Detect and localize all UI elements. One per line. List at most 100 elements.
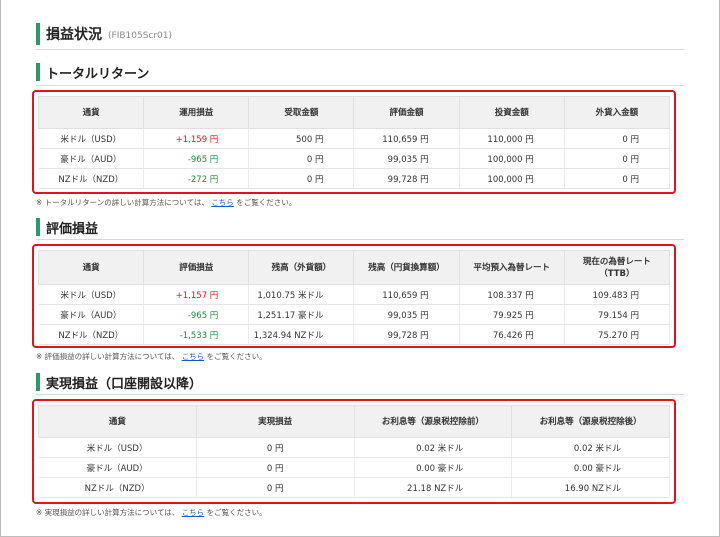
interest-aftertax-cell: 0.00 豪ドル xyxy=(511,457,670,478)
title-divider xyxy=(36,49,684,50)
realized-panel: 通貨 実現損益 お利息等（源泉税控除前） お利息等（源泉税控除後） 米ドル（US… xyxy=(32,399,676,504)
realized-table: 通貨 実現損益 お利息等（源泉税控除前） お利息等（源泉税控除後） 米ドル（US… xyxy=(38,405,670,498)
screen-id: (FIB105Scr01) xyxy=(108,31,173,41)
received-cell: 0 円 xyxy=(248,148,355,169)
balance-fx-cell: 1,324.94 NZドル xyxy=(248,324,355,345)
realized-pl-cell: 0 円 xyxy=(196,437,355,458)
current-rate-cell: 75.270 円 xyxy=(564,324,671,345)
balance-jpy-cell: 99,728 円 xyxy=(353,324,460,345)
page-title: 損益状況 (FIB105Scr01) xyxy=(36,23,172,45)
pl-cell: -965 円 xyxy=(143,148,250,169)
realized-note: ※ 実現損益の詳しい計算方法については、 こちら をご覧ください。 xyxy=(36,507,267,518)
valuation-note: ※ 評価損益の詳しい計算方法については、 こちら をご覧ください。 xyxy=(36,351,267,362)
col-header: 残高（円貨換算額） xyxy=(353,250,460,285)
section-valuation-divider xyxy=(36,239,684,240)
investment-cell: 100,000 円 xyxy=(459,148,565,169)
note-text: をご覧ください。 xyxy=(206,508,267,517)
balance-jpy-cell: 110,659 円 xyxy=(353,284,460,305)
avg-rate-cell: 79.925 円 xyxy=(459,304,565,325)
col-header: 通貨 xyxy=(37,96,145,129)
table-row: NZドル（NZD） 0 円 21.18 NZドル 16.90 NZドル xyxy=(38,477,670,498)
valuation-cell: 99,035 円 xyxy=(353,148,460,169)
section-accent-bar xyxy=(36,373,40,391)
pl-cell: -272 円 xyxy=(143,168,250,189)
col-header: 実現損益 xyxy=(195,405,355,438)
balance-fx-cell: 1,251.17 豪ドル xyxy=(248,304,355,325)
page-title-text: 損益状況 xyxy=(46,27,102,43)
valuation-cell: 110,659 円 xyxy=(353,128,460,149)
section-accent-bar xyxy=(36,63,40,81)
received-cell: 0 円 xyxy=(248,168,355,189)
currency-cell: 豪ドル（AUD） xyxy=(38,457,197,478)
table-header-row: 通貨 実現損益 お利息等（源泉税控除前） お利息等（源泉税控除後） xyxy=(38,405,670,438)
realized-pl-cell: 0 円 xyxy=(196,477,355,498)
interest-aftertax-cell: 16.90 NZドル xyxy=(511,477,670,498)
section-valuation-title: 評価損益 xyxy=(46,221,99,237)
investment-cell: 100,000 円 xyxy=(459,168,565,189)
valuation-table: 通貨 評価損益 残高（外貨額） 残高（円貨換算額） 平均預入為替レート 現在の為… xyxy=(37,250,671,345)
realized-details-link[interactable]: こちら xyxy=(182,508,205,517)
table-row: 米ドル（USD） 0 円 0.02 米ドル 0.02 米ドル xyxy=(38,437,670,458)
total-return-note: ※ トータルリターンの詳しい計算方法については、 こちら をご覧ください。 xyxy=(36,197,296,208)
total-return-panel: 通貨 運用損益 受取金額 評価金額 投資金額 外貨入金額 米ドル（USD） +1… xyxy=(32,90,676,194)
current-rate-cell: 79.154 円 xyxy=(564,304,671,325)
currency-cell: NZドル（NZD） xyxy=(38,168,145,189)
section-realized-title: 実現損益（口座開設以降） xyxy=(46,376,203,392)
col-header: お利息等（源泉税控除前） xyxy=(353,405,513,438)
note-text: ※ 実現損益の詳しい計算方法については、 xyxy=(36,508,180,517)
col-header: 運用損益 xyxy=(143,96,250,129)
currency-cell: 米ドル（USD） xyxy=(38,437,197,458)
currency-cell: NZドル（NZD） xyxy=(38,324,145,345)
avg-rate-cell: 76.426 円 xyxy=(459,324,565,345)
total-return-details-link[interactable]: こちら xyxy=(211,198,234,207)
valuation-details-link[interactable]: こちら xyxy=(182,352,205,361)
table-header-row: 通貨 運用損益 受取金額 評価金額 投資金額 外貨入金額 xyxy=(37,96,671,129)
interest-pretax-cell: 21.18 NZドル xyxy=(354,477,513,498)
col-header: 通貨 xyxy=(38,405,197,438)
table-row: 豪ドル（AUD） -965 円 0 円 99,035 円 100,000 円 0… xyxy=(38,148,671,169)
col-header: お利息等（源泉税控除後） xyxy=(511,405,670,438)
section-valuation-heading: 評価損益 xyxy=(36,217,98,237)
received-cell: 500 円 xyxy=(248,128,355,149)
pl-cell: +1,159 円 xyxy=(143,128,250,149)
col-header: 現在の為替レート （TTB） xyxy=(563,250,671,285)
col-header: 残高（外貨額） xyxy=(248,250,355,285)
currency-cell: 米ドル（USD） xyxy=(38,284,145,305)
currency-cell: NZドル（NZD） xyxy=(38,477,197,498)
table-row: 米ドル（USD） +1,159 円 500 円 110,659 円 110,00… xyxy=(38,128,671,149)
valuation-pl-cell: -1,533 円 xyxy=(143,324,250,345)
fx-deposit-cell: 0 円 xyxy=(564,128,671,149)
valuation-pl-cell: +1,157 円 xyxy=(143,284,250,305)
total-return-table: 通貨 運用損益 受取金額 評価金額 投資金額 外貨入金額 米ドル（USD） +1… xyxy=(37,96,671,189)
interest-aftertax-cell: 0.02 米ドル xyxy=(511,437,670,458)
valuation-panel: 通貨 評価損益 残高（外貨額） 残高（円貨換算額） 平均預入為替レート 現在の為… xyxy=(32,244,676,348)
interest-pretax-cell: 0.00 豪ドル xyxy=(354,457,513,478)
section-total-divider xyxy=(36,85,684,86)
section-accent-bar xyxy=(36,218,40,236)
table-row: NZドル（NZD） -272 円 0 円 99,728 円 100,000 円 … xyxy=(38,168,671,189)
table-row: NZドル（NZD） -1,533 円 1,324.94 NZドル 99,728 … xyxy=(38,324,671,345)
table-row: 豪ドル（AUD） -965 円 1,251.17 豪ドル 99,035 円 79… xyxy=(38,304,671,325)
currency-cell: 豪ドル（AUD） xyxy=(38,148,145,169)
col-header: 通貨 xyxy=(37,250,145,285)
note-text: ※ 評価損益の詳しい計算方法については、 xyxy=(36,352,180,361)
avg-rate-cell: 108.337 円 xyxy=(459,284,565,305)
col-header: 外貨入金額 xyxy=(563,96,671,129)
note-text: をご覧ください。 xyxy=(206,352,267,361)
section-realized-heading: 実現損益（口座開設以降） xyxy=(36,372,202,392)
balance-jpy-cell: 99,035 円 xyxy=(353,304,460,325)
fx-deposit-cell: 0 円 xyxy=(564,168,671,189)
current-rate-cell: 109.483 円 xyxy=(564,284,671,305)
col-header: 評価損益 xyxy=(143,250,250,285)
title-accent-bar xyxy=(36,23,40,45)
note-text: ※ トータルリターンの詳しい計算方法については、 xyxy=(36,198,209,207)
interest-pretax-cell: 0.02 米ドル xyxy=(354,437,513,458)
col-header: 平均預入為替レート xyxy=(458,250,565,285)
valuation-pl-cell: -965 円 xyxy=(143,304,250,325)
col-header: 評価金額 xyxy=(353,96,460,129)
fx-deposit-cell: 0 円 xyxy=(564,148,671,169)
note-text: をご覧ください。 xyxy=(236,198,297,207)
balance-fx-cell: 1,010.75 米ドル xyxy=(248,284,355,305)
section-realized-divider xyxy=(36,394,684,395)
currency-cell: 米ドル（USD） xyxy=(38,128,145,149)
